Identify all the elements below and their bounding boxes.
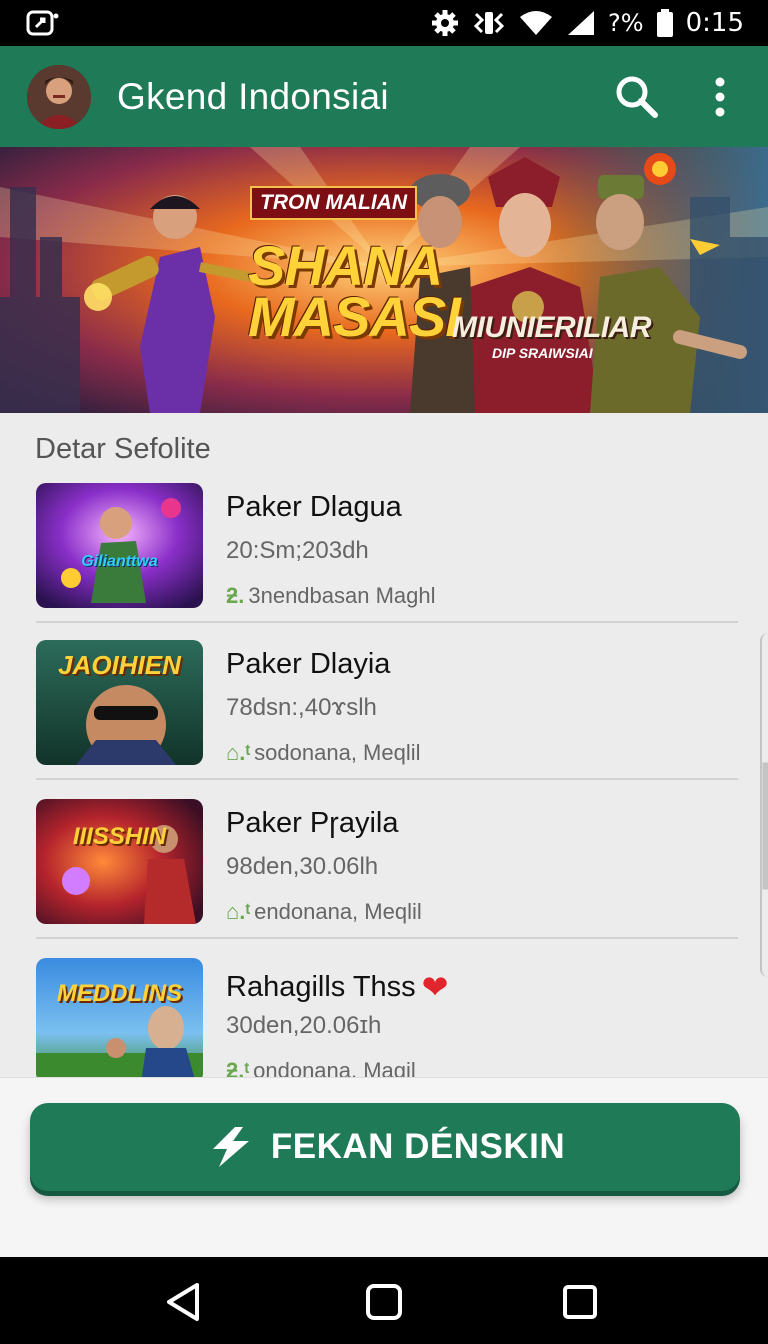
- game-thumbnail: JAOIHIEN: [36, 640, 203, 765]
- search-button[interactable]: [610, 70, 664, 124]
- wifi-icon: [520, 11, 553, 35]
- thumbnail-title: JAOIHIEN: [58, 650, 181, 680]
- battery-percent: ?%: [608, 9, 644, 37]
- divider: [36, 937, 738, 939]
- banner-caption: DIP SRAIWSIAI: [492, 345, 593, 361]
- recents-icon[interactable]: [559, 1281, 601, 1323]
- home-location-icon: ⌂.ᵗ: [226, 740, 251, 765]
- banner-subtitle: MIUNIERILIAR: [452, 311, 652, 344]
- item-meta: 78dsn:,40ɤslh: [226, 694, 377, 721]
- divider: [36, 778, 738, 780]
- list-item[interactable]: IIISSHIN Paker Pɼayila 98den,30.06lh ⌂.ᵗ…: [36, 799, 738, 959]
- divider: [36, 621, 738, 623]
- item-title: Rahagills Thss ❤: [226, 969, 449, 1005]
- game-thumbnail: IIISSHIN: [36, 799, 203, 924]
- clock: 0:15: [685, 8, 744, 38]
- bottom-action-area: FEKAN DÉNSKIN: [0, 1077, 768, 1257]
- thumbnail-title: MEDDLINS: [56, 980, 183, 1007]
- item-subtitle: ƻ.ᵗ ondonana, Magil: [226, 1058, 416, 1077]
- primary-action-button[interactable]: FEKAN DÉNSKIN: [30, 1103, 740, 1191]
- item-title: Paker Pɼayila: [226, 807, 399, 839]
- game-thumbnail: Gilianttwa: [36, 483, 203, 608]
- home-icon[interactable]: [363, 1281, 405, 1323]
- section-title: Detar Sefolite: [35, 433, 211, 465]
- item-meta: 20:Sm;203dh: [226, 537, 369, 564]
- back-icon[interactable]: [163, 1281, 205, 1323]
- vibrate-icon: [473, 12, 505, 34]
- battery-icon: [656, 9, 673, 37]
- avatar[interactable]: [27, 65, 91, 129]
- navigation-bar: [0, 1257, 768, 1344]
- location-icon: ƻ.: [226, 583, 245, 608]
- more-vert-icon: [715, 77, 725, 117]
- banner-headline-line2: MASASI: [248, 285, 461, 348]
- list-item[interactable]: Gilianttwa Paker Dlagua 20:Sm;203dh ƻ. 3…: [36, 483, 738, 643]
- status-bar: ?% 0:15: [0, 0, 768, 46]
- game-list: Detar Sefolite Gilianttwa Paker Dlagua 2…: [0, 413, 768, 1077]
- avatar-image: [27, 65, 91, 129]
- list-item[interactable]: MEDDLINS Rahagills Thss ❤ 30den,20.06ɪh ƻ…: [36, 958, 738, 1077]
- scrollbar[interactable]: [760, 633, 768, 977]
- app-title: Gkend Indonsiai: [117, 76, 389, 117]
- item-title: Paker Dlagua: [226, 491, 402, 523]
- more-options-button[interactable]: [700, 70, 740, 124]
- location-icon: ƻ.ᵗ: [226, 1058, 250, 1077]
- notification-icon: [26, 10, 59, 36]
- thumbnail-title: Gilianttwa: [81, 553, 158, 570]
- thumbnail-title: IIISSHIN: [72, 823, 167, 850]
- promo-banner[interactable]: TRON MALIAN SHANA MASASI MIUNIERILIAR DI…: [0, 147, 768, 413]
- signal-icon: [568, 11, 595, 35]
- primary-action-label: FEKAN DÉNSKIN: [270, 1127, 566, 1166]
- game-thumbnail: MEDDLINS: [36, 958, 203, 1077]
- item-title: Paker Dlayia: [226, 648, 391, 680]
- app-bar: Gkend Indonsiai: [0, 46, 768, 147]
- banner-tag: TRON MALIAN: [250, 186, 417, 220]
- item-subtitle: ⌂.ᵗ endonana, Meqlil: [226, 899, 422, 924]
- search-icon: [616, 76, 658, 118]
- flash-icon: [212, 1127, 249, 1167]
- list-item[interactable]: JAOIHIEN Paker Dlayia 78dsn:,40ɤslh ⌂.ᵗ …: [36, 640, 738, 800]
- item-subtitle: ƻ. 3nendbasan Maghl: [226, 583, 436, 608]
- item-meta: 98den,30.06lh: [226, 853, 379, 880]
- heart-icon: ❤: [421, 969, 449, 1005]
- home-location-icon: ⌂.ᵗ: [226, 899, 251, 924]
- item-subtitle: ⌂.ᵗ sodonana, Meqlil: [226, 740, 421, 765]
- gear-icon: [432, 10, 459, 36]
- item-meta: 30den,20.06ɪh: [226, 1012, 382, 1039]
